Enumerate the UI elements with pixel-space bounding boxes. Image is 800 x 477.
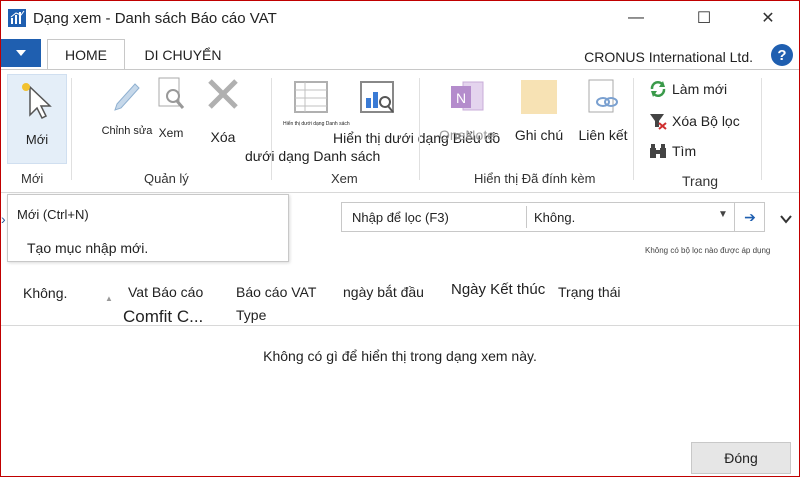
view-button[interactable]: Xem: [153, 76, 189, 140]
filter-status: Không có bộ lọc nào được áp dụng: [645, 246, 771, 255]
title-bar: Dạng xem - Danh sách Báo cáo VAT — ☐ ✕: [1, 1, 799, 37]
pencil-icon: [114, 83, 140, 111]
new-cursor-icon: [22, 83, 52, 120]
ribbon-divider: [761, 78, 762, 180]
clear-filter-label: Xóa Bộ lọc: [672, 113, 740, 129]
window-title: Dạng xem - Danh sách Báo cáo VAT: [33, 10, 277, 27]
column-header-vat-report-line2: Comfit C...: [123, 307, 204, 326]
links-label: Liên kết: [578, 127, 628, 143]
filter-bar: Nhập để lọc (F3) Không. ▼ ➔: [341, 202, 765, 232]
svg-text:N: N: [456, 90, 466, 106]
clear-filter-button[interactable]: Xóa Bộ lọc: [649, 112, 740, 130]
app-menu-button[interactable]: [1, 39, 41, 67]
tooltip-description: Tạo mục nhập mới.: [27, 240, 149, 256]
group-attachments-label: Hiển thị Đã đính kèm: [474, 171, 596, 186]
column-header-end-date[interactable]: Ngày Kết thúc: [451, 281, 545, 298]
chevron-left-icon[interactable]: ›: [1, 211, 6, 227]
caret-down-icon: [16, 50, 26, 56]
window: Dạng xem - Danh sách Báo cáo VAT — ☐ ✕ H…: [0, 0, 800, 477]
new-tooltip: Mới (Ctrl+N) Tạo mục nhập mới.: [7, 194, 289, 262]
column-header-no[interactable]: Không.: [23, 285, 67, 301]
show-as-list-button[interactable]: Hiển thị dưới dạng Danh sách: [283, 76, 350, 127]
view-label: Xem: [158, 126, 184, 140]
delete-x-icon: [208, 79, 238, 109]
sticky-note-icon: [521, 80, 557, 114]
filter-field-input[interactable]: Nhập để lọc (F3): [352, 210, 449, 225]
group-view-label: Xem: [331, 171, 358, 186]
link-doc-icon: [588, 79, 618, 113]
find-button[interactable]: Tìm: [649, 142, 696, 160]
sort-ascending-icon: ▲: [105, 294, 113, 303]
ribbon: Mới Mới Chỉnh sửa Xem Xóa Quản lý Hiển t…: [1, 69, 799, 193]
binoculars-icon: [650, 144, 666, 158]
tooltip-title: Mới (Ctrl+N): [17, 207, 89, 222]
group-page-label: Trang: [682, 173, 719, 189]
close-button[interactable]: Đóng: [691, 442, 791, 474]
ribbon-divider: [633, 78, 634, 180]
notes-label: Ghi chú: [514, 127, 564, 143]
column-header-type[interactable]: Báo cáo VAT: [236, 284, 316, 300]
new-button[interactable]: Mới: [7, 74, 67, 164]
list-view-icon: [294, 81, 328, 113]
links-button[interactable]: Liên kết: [573, 76, 633, 143]
chevron-down-icon[interactable]: [779, 211, 793, 227]
delete-button[interactable]: Xóa: [203, 76, 243, 145]
refresh-button[interactable]: Làm mới: [649, 80, 727, 98]
refresh-label: Làm mới: [672, 81, 728, 97]
onenote-icon: N: [451, 81, 484, 111]
notes-button[interactable]: Ghi chú: [509, 76, 569, 143]
ribbon-divider: [71, 78, 72, 180]
edit-button[interactable]: Chỉnh sửa: [99, 76, 155, 137]
show-as-chart-button[interactable]: [349, 76, 405, 119]
minimize-button[interactable]: —: [613, 1, 659, 35]
group-manage-label: Quản lý: [144, 171, 189, 186]
new-label: Mới: [25, 132, 49, 147]
tab-home[interactable]: HOME: [47, 39, 125, 71]
app-chart-icon: [8, 9, 26, 27]
column-header-start-date[interactable]: ngày bắt đầu: [343, 284, 424, 300]
caret-down-icon[interactable]: ▼: [718, 209, 728, 220]
refresh-icon: [650, 81, 666, 97]
filter-divider: [526, 206, 527, 228]
maximize-button[interactable]: ☐: [681, 1, 727, 35]
onenote-button[interactable]: N OneNote: [431, 76, 503, 143]
company-name: CRONUS International Ltd.: [584, 49, 753, 65]
find-label: Tìm: [672, 143, 697, 159]
chart-view-icon: [360, 81, 394, 113]
clear-filter-icon: [650, 114, 667, 130]
show-as-list-tiny-label: Hiển thị dưới dạng Danh sách: [283, 121, 350, 127]
delete-label: Xóa: [210, 129, 236, 145]
column-header-vat-report[interactable]: Vat Báo cáo: [128, 284, 203, 300]
column-header-status[interactable]: Trạng thái: [558, 284, 621, 300]
close-window-button[interactable]: ✕: [745, 1, 791, 35]
filter-value-select[interactable]: Không.: [534, 210, 575, 225]
show-as-list-label: dưới dạng Danh sách: [245, 148, 381, 164]
edit-label: Chỉnh sửa: [101, 125, 153, 137]
help-icon[interactable]: ?: [771, 44, 793, 66]
header-divider: [1, 325, 799, 326]
apply-filter-arrow-icon[interactable]: ➔: [734, 203, 765, 231]
column-header-type-line2: Type: [236, 307, 267, 323]
group-new-label: Mới: [21, 171, 44, 186]
ribbon-divider: [271, 78, 272, 180]
magnifier-doc-icon: [158, 77, 185, 109]
ribbon-divider: [419, 78, 420, 180]
onenote-label: OneNote: [438, 127, 496, 143]
tab-navigate[interactable]: DI CHUYỂN: [133, 41, 233, 69]
empty-list-message: Không có gì để hiển thị trong dạng xem n…: [263, 348, 537, 364]
